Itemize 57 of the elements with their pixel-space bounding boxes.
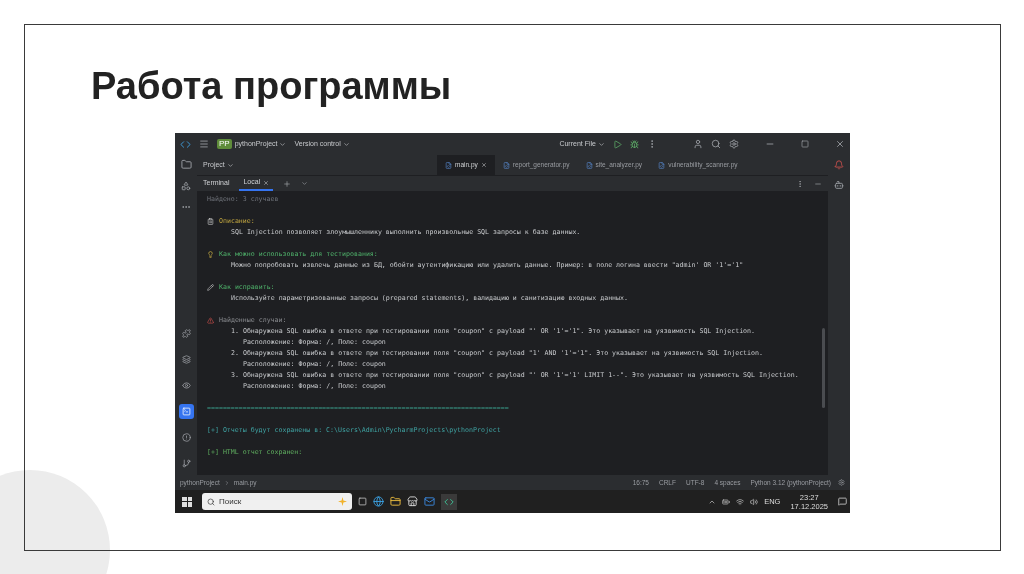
- restore-icon[interactable]: [801, 140, 809, 148]
- folder-icon[interactable]: [390, 496, 401, 507]
- caret-icon[interactable]: [301, 180, 309, 187]
- caret-icon[interactable]: [342, 140, 350, 148]
- mail-icon[interactable]: [424, 496, 435, 507]
- notification-icon[interactable]: [838, 497, 847, 506]
- python-file-icon: [445, 161, 452, 169]
- sparkle-icon: [338, 497, 347, 506]
- search-icon[interactable]: [711, 139, 721, 149]
- plus-icon[interactable]: [283, 179, 292, 188]
- slide-title: Работа программы: [91, 64, 453, 109]
- wifi-icon[interactable]: [736, 497, 745, 506]
- volume-icon[interactable]: [750, 497, 759, 506]
- chevron-icon: [223, 479, 230, 486]
- search-icon: [207, 497, 215, 506]
- warning-icon: [207, 317, 214, 324]
- more-icon[interactable]: [796, 179, 804, 188]
- alert-icon: [181, 433, 191, 442]
- close-icon[interactable]: [480, 162, 487, 168]
- python-file-icon: [585, 161, 593, 169]
- branch-icon: [181, 459, 191, 468]
- python-file-icon: [658, 161, 666, 169]
- start-icon[interactable]: [182, 496, 192, 507]
- settings-icon[interactable]: [729, 139, 739, 149]
- run-icon[interactable]: [613, 139, 622, 149]
- close-icon[interactable]: [263, 179, 270, 186]
- lightbulb-icon: [207, 251, 214, 258]
- debug-icon[interactable]: [630, 139, 639, 149]
- clipboard-icon: [207, 218, 214, 225]
- scrollbar-thumb[interactable]: [822, 328, 825, 408]
- store-icon[interactable]: [407, 496, 418, 507]
- caret-icon[interactable]: [279, 140, 287, 148]
- terminal-icon: [181, 407, 191, 416]
- bell-icon[interactable]: [834, 160, 844, 170]
- pencil-icon: [207, 284, 214, 291]
- search-input[interactable]: Поиск: [219, 495, 334, 508]
- python-file-icon: [502, 161, 510, 169]
- structure-icon[interactable]: [181, 181, 191, 191]
- folder-icon[interactable]: [180, 159, 192, 170]
- widget-icon[interactable]: [838, 479, 845, 486]
- project-badge: PP: [217, 139, 232, 149]
- caret-icon[interactable]: [598, 140, 605, 148]
- app-logo-icon: [180, 138, 191, 150]
- browser-icon[interactable]: [373, 496, 384, 507]
- caret-icon[interactable]: [226, 161, 234, 169]
- user-icon[interactable]: [693, 139, 703, 149]
- layers-icon: [181, 355, 191, 364]
- battery-icon[interactable]: [722, 497, 731, 506]
- close-icon[interactable]: [835, 139, 845, 149]
- menu-icon[interactable]: [199, 139, 209, 149]
- assistant-icon[interactable]: [834, 180, 844, 190]
- ide-taskbar-icon[interactable]: [441, 493, 457, 510]
- plugin-icon: [181, 329, 191, 338]
- task-view-icon[interactable]: [358, 497, 367, 506]
- eye-icon: [181, 381, 191, 390]
- tool-window-button[interactable]: [178, 404, 194, 419]
- search-box[interactable]: Поиск: [202, 493, 352, 510]
